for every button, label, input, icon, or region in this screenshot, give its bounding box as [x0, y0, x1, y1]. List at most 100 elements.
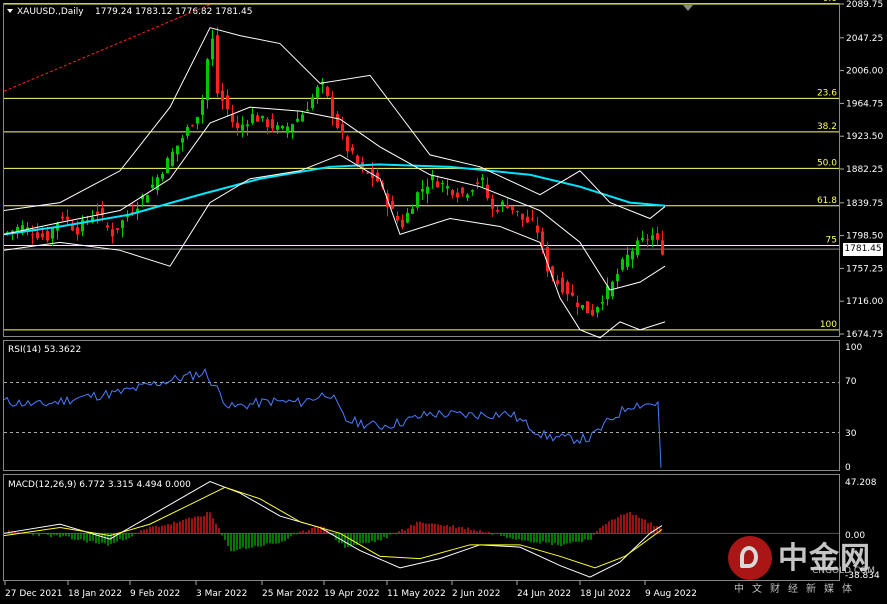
- candle-body: [591, 310, 594, 316]
- candle-body: [366, 172, 369, 174]
- date-label: 2 Jun 2022: [452, 589, 500, 599]
- rsi-title: RSI(14) 53.3622: [8, 345, 81, 355]
- logo-cn-text: 中文财经新媒体: [734, 584, 860, 595]
- candle-body: [446, 186, 449, 189]
- candle-body: [186, 127, 189, 136]
- date-label: 25 Mar 2022: [262, 589, 319, 599]
- chart-canvas[interactable]: XAUUSD.,Daily 1779.24 1783.12 1776.82 17…: [0, 0, 887, 604]
- candle-body: [571, 292, 574, 296]
- candle-body: [311, 97, 314, 109]
- candle-body: [451, 190, 454, 196]
- fib-label: 0.0: [823, 0, 838, 4]
- date-label: 9 Aug 2022: [645, 589, 697, 599]
- candle-body: [201, 99, 204, 115]
- candle-body: [601, 302, 604, 304]
- candle-body: [236, 122, 239, 129]
- candle-body: [581, 305, 584, 309]
- date-axis: 27 Dec 2021 18 Jan 2022 9 Feb 2022 3 Mar 20…: [4, 581, 697, 599]
- price-label: 2006.00: [846, 67, 883, 77]
- candle-body: [351, 147, 354, 152]
- candle-body: [511, 206, 514, 211]
- candle-body: [561, 277, 564, 293]
- price-label: 1923.50: [846, 132, 883, 142]
- symbol-dropdown-icon[interactable]: [7, 9, 13, 13]
- date-label: 19 Apr 2022: [324, 589, 380, 599]
- candle-body: [576, 302, 579, 307]
- logo-sub-text: CNGOLD.COM: [812, 566, 876, 576]
- candle-body: [416, 192, 419, 208]
- macd-axis-max: 47.208: [845, 478, 877, 488]
- cngold-logo-icon: [728, 536, 772, 580]
- candle-body: [66, 216, 69, 220]
- candle-body: [586, 301, 589, 314]
- candle-body: [261, 115, 264, 119]
- ohlc-readout: 1779.24 1783.12 1776.82 1781.45: [95, 7, 252, 17]
- candle-body: [61, 216, 64, 219]
- bollinger-middle: [3, 106, 666, 291]
- candle-body: [156, 177, 159, 191]
- price-label: 2047.25: [846, 34, 883, 44]
- candle-body: [461, 187, 464, 194]
- price-axis: 2089.75 2047.25 2006.00 1964.75 1923.50 1882.…: [840, 0, 883, 340]
- candle-body: [456, 192, 459, 198]
- fib-label: 38.2: [817, 122, 837, 132]
- candle-body: [251, 113, 254, 124]
- fib-label: 75: [826, 236, 837, 246]
- candle-body: [556, 280, 559, 285]
- candle-body: [51, 228, 54, 239]
- moving-average-line: [3, 163, 666, 236]
- macd-title: MACD(12,26,9) 6.772 3.315 4.494 0.000: [8, 480, 191, 490]
- candle-body: [651, 235, 654, 240]
- rsi-axis-100: 100: [845, 343, 862, 353]
- date-label: 27 Dec 2021: [5, 589, 63, 599]
- candle-body: [41, 233, 44, 238]
- candle-body: [331, 96, 334, 117]
- candle-body: [471, 190, 474, 192]
- price-label: 1839.75: [846, 199, 883, 209]
- scroll-arrow-icon[interactable]: [683, 5, 693, 11]
- candle-body: [616, 274, 619, 282]
- candle-body: [626, 254, 629, 267]
- candle-body: [541, 231, 544, 247]
- candle-body: [521, 213, 524, 220]
- candle-body: [211, 38, 214, 60]
- price-pane: [3, 4, 666, 339]
- rsi-pane: [3, 368, 839, 468]
- candle-body: [301, 114, 304, 122]
- candle-body: [181, 137, 184, 143]
- candle-body: [276, 125, 279, 130]
- current-price-tag: 1781.45: [843, 243, 883, 256]
- date-label: 24 Jun 2022: [517, 589, 571, 599]
- candle-body: [526, 216, 529, 223]
- candle-body: [151, 184, 154, 188]
- candle-body: [506, 205, 509, 209]
- fib-label: 50.0: [817, 158, 837, 168]
- candle-body: [336, 114, 339, 128]
- candle-body: [426, 186, 429, 194]
- candle-body: [206, 59, 209, 101]
- candle-body: [316, 87, 319, 98]
- candle-body: [391, 200, 394, 209]
- candle-body: [621, 259, 624, 270]
- candle-body: [216, 35, 219, 94]
- candle-body: [116, 228, 119, 230]
- date-label: 9 Feb 2022: [130, 589, 180, 599]
- rsi-axis-70: 70: [845, 377, 857, 387]
- candle-body: [516, 210, 519, 212]
- candle-body: [191, 125, 194, 127]
- candle-body: [406, 212, 409, 223]
- candle-body: [596, 307, 599, 313]
- candle-body: [221, 90, 224, 101]
- candle-body: [256, 115, 259, 122]
- candle-body: [246, 124, 249, 127]
- candle-body: [636, 240, 639, 256]
- candle-body: [241, 124, 244, 131]
- candle-body: [356, 155, 359, 164]
- date-label: 18 Jan 2022: [68, 589, 122, 599]
- bollinger-upper: [3, 27, 666, 220]
- macd-line: [3, 480, 663, 578]
- candle-body: [441, 183, 444, 185]
- candle-body: [31, 234, 34, 236]
- trend-line: [3, 4, 211, 92]
- candle-body: [81, 219, 84, 232]
